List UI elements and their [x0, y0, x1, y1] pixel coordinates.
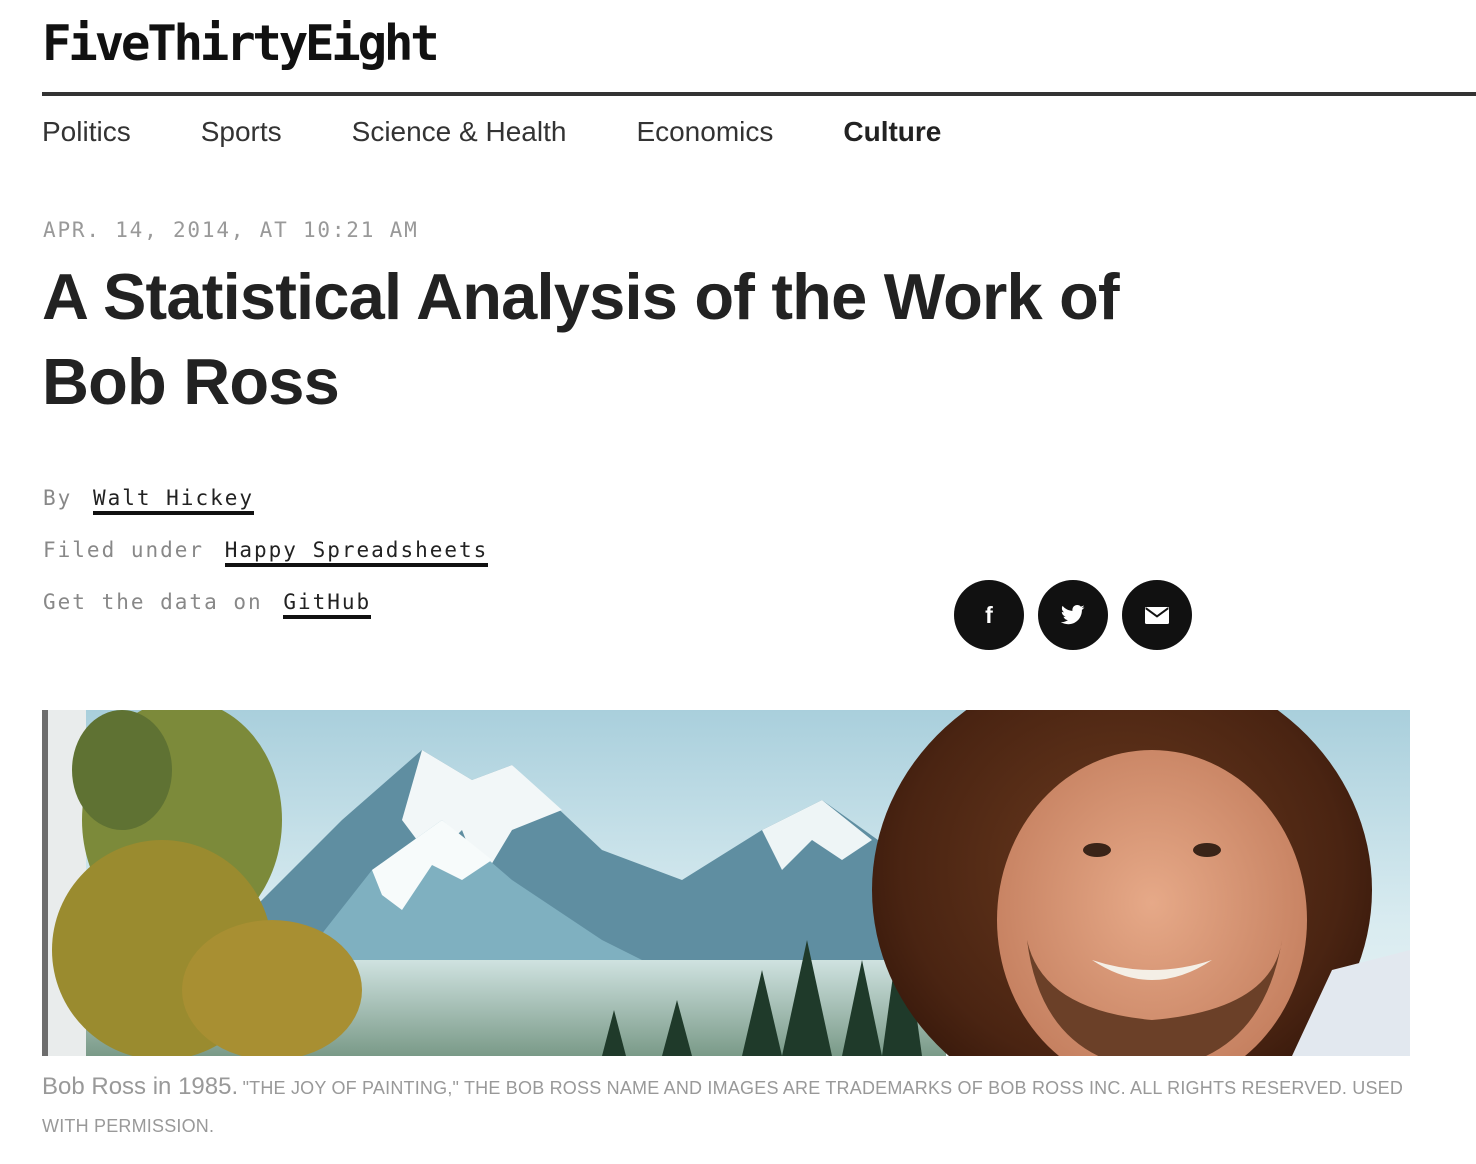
- author-link[interactable]: Walt Hickey: [92, 486, 255, 515]
- hero-image: [42, 710, 1410, 1056]
- facebook-share-button[interactable]: f: [954, 580, 1024, 650]
- main-nav: Politics Sports Science & Health Economi…: [42, 112, 1011, 152]
- twitter-share-button[interactable]: [1038, 580, 1108, 650]
- github-link[interactable]: GitHub: [283, 590, 372, 619]
- hero-caption: Bob Ross in 1985. "The Joy of Painting,"…: [42, 1068, 1422, 1146]
- nav-item-politics[interactable]: Politics: [42, 116, 131, 148]
- caption-credit: "The Joy of Painting," the Bob Ross name…: [42, 1078, 1404, 1136]
- facebook-icon: f: [985, 601, 993, 628]
- article-title: A Statistical Analysis of the Work of Bo…: [42, 260, 1120, 418]
- nav-item-science-health[interactable]: Science & Health: [352, 116, 567, 148]
- email-share-button[interactable]: [1122, 580, 1192, 650]
- site-logo[interactable]: FiveThirtyEight: [42, 14, 440, 74]
- caption-lead: Bob Ross in 1985.: [42, 1073, 239, 1100]
- byline-prefix: By: [43, 486, 73, 510]
- byline: By Walt Hickey: [43, 486, 255, 515]
- filed-under-prefix: Filed under: [43, 538, 205, 562]
- data-source: Get the data on GitHub: [43, 590, 372, 619]
- twitter-icon: [1061, 605, 1085, 625]
- nav-item-economics[interactable]: Economics: [636, 116, 773, 148]
- nav-item-culture[interactable]: Culture: [843, 116, 941, 148]
- data-source-prefix: Get the data on: [43, 590, 263, 614]
- article-dateline: APR. 14, 2014, AT 10:21 AM: [43, 218, 419, 242]
- topic-link[interactable]: Happy Spreadsheets: [224, 538, 489, 567]
- email-icon: [1145, 606, 1169, 624]
- nav-item-sports[interactable]: Sports: [201, 116, 282, 148]
- filed-under: Filed under Happy Spreadsheets: [43, 538, 489, 567]
- header-rule: [42, 92, 1476, 96]
